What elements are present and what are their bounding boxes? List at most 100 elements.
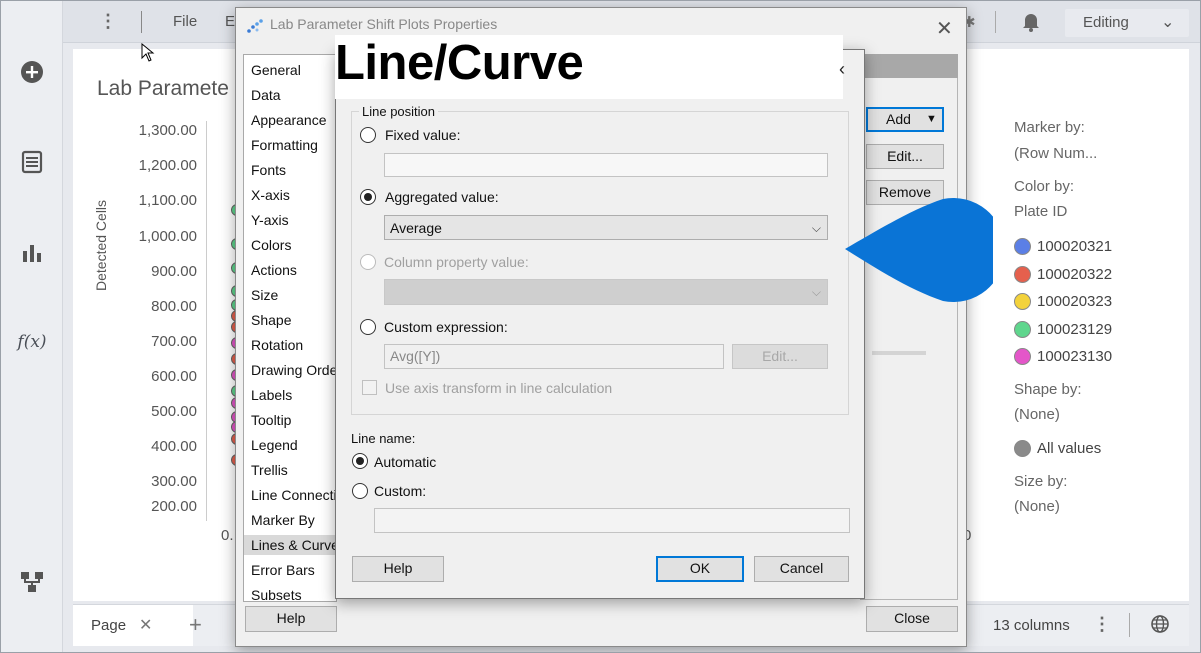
- more-options-icon[interactable]: ⋮: [1093, 614, 1111, 635]
- close-tab-icon[interactable]: ✕: [139, 615, 152, 635]
- add-button[interactable]: Add ▼: [866, 107, 944, 132]
- nav-item[interactable]: Drawing Order: [251, 360, 336, 380]
- chevron-left-icon[interactable]: ‹: [839, 59, 845, 80]
- y-tick-label: 400.00: [151, 438, 197, 455]
- page-tab-label: Page: [91, 617, 127, 634]
- nav-item[interactable]: Subsets: [251, 585, 302, 601]
- custom-expression-input: Avg([Y]): [384, 344, 724, 369]
- legend-item-label: 100020323: [1037, 293, 1113, 310]
- custom-name-label: Custom:: [374, 483, 427, 499]
- line-help-button[interactable]: Help: [352, 556, 444, 582]
- callout-balloon-icon: [845, 198, 993, 302]
- kebab-menu-icon[interactable]: ⋮: [99, 11, 117, 32]
- nav-item[interactable]: Formatting: [251, 135, 318, 155]
- nav-item[interactable]: X-axis: [251, 185, 290, 205]
- nav-item[interactable]: Marker By: [251, 510, 315, 530]
- dialog-title: Lab Parameter Shift Plots Properties: [270, 16, 498, 32]
- nav-item[interactable]: Data: [251, 85, 281, 105]
- nav-item[interactable]: Trellis: [251, 460, 288, 480]
- y-tick-label: 1,300.00: [138, 122, 197, 139]
- automatic-radio[interactable]: [352, 453, 368, 469]
- nav-item[interactable]: Shape: [251, 310, 291, 330]
- automatic-label: Automatic: [374, 454, 437, 470]
- aggregation-select[interactable]: Average ⌵: [384, 215, 828, 240]
- legend-size-by-value[interactable]: (None): [1014, 498, 1060, 515]
- divider: [141, 11, 142, 33]
- legend-item[interactable]: 100020321: [1014, 238, 1112, 255]
- legend-item[interactable]: 100020322: [1014, 265, 1113, 283]
- y-tick-label: 1,000.00: [138, 228, 197, 245]
- custom-expression-radio[interactable]: [360, 319, 376, 335]
- globe-icon[interactable]: [1150, 614, 1170, 639]
- custom-name-radio[interactable]: [352, 483, 368, 499]
- expression-edit-button: Edit...: [732, 344, 828, 369]
- column-count: 13 columns: [993, 617, 1070, 634]
- nav-item[interactable]: Legend: [251, 435, 298, 455]
- visualization-title: Lab Paramete: [97, 77, 229, 100]
- nav-item[interactable]: Error Bars: [251, 560, 315, 580]
- fixed-value-input[interactable]: [384, 153, 828, 177]
- nav-item[interactable]: Labels: [251, 385, 292, 405]
- nav-item[interactable]: Appearance: [251, 110, 327, 130]
- close-icon[interactable]: ✕: [936, 16, 953, 41]
- data-table-icon[interactable]: [19, 149, 45, 175]
- legend-color-by-value[interactable]: Plate ID: [1014, 203, 1067, 220]
- nav-item[interactable]: Rotation: [251, 335, 303, 355]
- axis-transform-label: Use axis transform in line calculation: [385, 380, 613, 396]
- legend-marker-by-value[interactable]: (Row Num...: [1014, 145, 1097, 162]
- y-tick-label: 1,100.00: [138, 192, 197, 209]
- nav-item[interactable]: General: [251, 60, 301, 80]
- x-axis-tick: 0.: [221, 527, 234, 544]
- function-icon[interactable]: f(x): [17, 329, 46, 355]
- banner-text: Line/Curve: [335, 36, 584, 90]
- nav-item[interactable]: Line Connection: [251, 485, 336, 505]
- legend-item[interactable]: 100023129: [1014, 320, 1112, 338]
- nav-item[interactable]: Size: [251, 285, 278, 305]
- legend-swatch: [1014, 320, 1031, 338]
- legend-item-label: 100023130: [1037, 348, 1113, 365]
- aggregation-selected-value: Average: [390, 220, 442, 236]
- legend-shape-by-value[interactable]: (None): [1014, 406, 1060, 423]
- edit-button[interactable]: Edit...: [866, 144, 944, 169]
- legend-color-by-label: Color by:: [1014, 178, 1075, 195]
- nav-item[interactable]: Actions: [251, 260, 297, 280]
- y-tick-label: 600.00: [151, 368, 197, 385]
- mouse-cursor-icon: [141, 43, 155, 62]
- fixed-value-radio[interactable]: [360, 127, 376, 143]
- legend-all-values[interactable]: All values: [1014, 440, 1101, 457]
- legend-item[interactable]: 100020323: [1014, 293, 1112, 310]
- close-button[interactable]: Close: [866, 606, 958, 632]
- chevron-down-icon: ⌵: [811, 221, 821, 235]
- dropdown-arrow-icon: ▼: [926, 113, 937, 125]
- cancel-button[interactable]: Cancel: [754, 556, 849, 582]
- divider: [1129, 613, 1130, 637]
- help-button[interactable]: Help: [245, 606, 337, 632]
- legend-item[interactable]: 100023130: [1014, 348, 1112, 365]
- edit-menu[interactable]: E: [225, 13, 235, 30]
- y-tick-label: 200.00: [151, 498, 197, 515]
- aggregated-value-radio[interactable]: [360, 189, 376, 205]
- bar-chart-icon[interactable]: [19, 239, 45, 265]
- properties-nav-list: General Data Appearance Formatting Fonts X-ax…: [243, 54, 337, 602]
- file-menu[interactable]: File: [173, 13, 197, 30]
- add-circle-icon[interactable]: [19, 59, 45, 85]
- nav-item[interactable]: Lines & Curves: [244, 535, 336, 555]
- left-rail: f(x): [1, 1, 63, 652]
- properties-content-panel: [860, 54, 958, 600]
- line-position-label: Line position: [359, 104, 438, 119]
- notification-bell-icon[interactable]: [1021, 10, 1041, 37]
- nav-item[interactable]: Y-axis: [251, 210, 289, 230]
- mode-dropdown[interactable]: Editing ⌄: [1065, 9, 1189, 37]
- y-tick-label: 900.00: [151, 263, 197, 280]
- custom-name-input[interactable]: [374, 508, 850, 533]
- column-property-select: ⌵: [384, 279, 828, 305]
- nav-item[interactable]: Tooltip: [251, 410, 291, 430]
- nav-item[interactable]: Colors: [251, 235, 291, 255]
- column-property-radio: [360, 254, 376, 270]
- legend-item-label: 100020322: [1037, 265, 1113, 283]
- add-page-icon[interactable]: +: [189, 612, 202, 638]
- axis-transform-checkbox: [362, 380, 377, 395]
- hierarchy-icon[interactable]: [19, 569, 45, 595]
- ok-button[interactable]: OK: [656, 556, 744, 582]
- nav-item[interactable]: Fonts: [251, 160, 286, 180]
